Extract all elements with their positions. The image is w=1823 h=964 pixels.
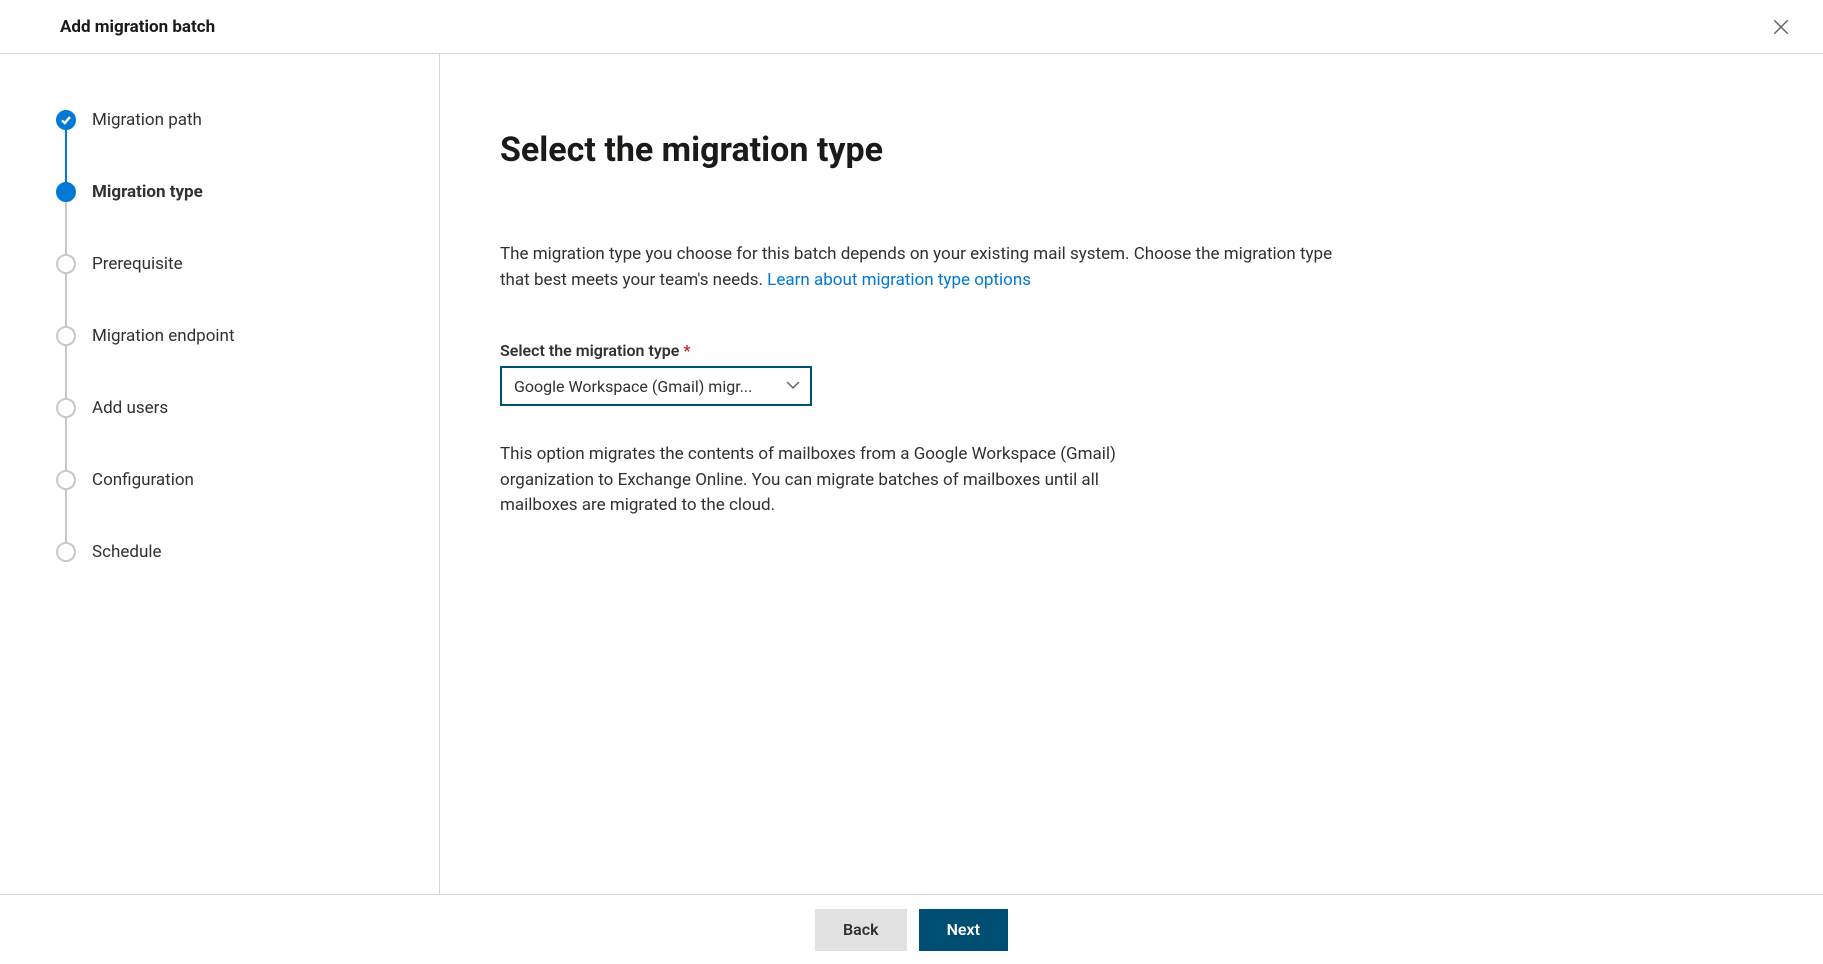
migration-type-dropdown[interactable]: Google Workspace (Gmail) migr... <box>500 366 812 406</box>
step-label: Migration endpoint <box>92 326 235 346</box>
step-list: Migration path Migration type Prerequisi… <box>56 110 439 562</box>
dropdown-selected-value: Google Workspace (Gmail) migr... <box>514 377 752 396</box>
step-indicator-upcoming <box>56 398 76 418</box>
learn-link[interactable]: Learn about migration type options <box>767 270 1031 290</box>
step-indicator-completed <box>56 110 76 130</box>
step-label: Schedule <box>92 542 161 562</box>
close-button[interactable] <box>1767 13 1795 41</box>
wizard-footer: Back Next <box>0 894 1823 964</box>
step-indicator-upcoming <box>56 470 76 490</box>
step-prerequisite[interactable]: Prerequisite <box>56 254 439 326</box>
step-connector <box>65 346 67 400</box>
step-indicator-upcoming <box>56 326 76 346</box>
step-configuration[interactable]: Configuration <box>56 470 439 542</box>
step-indicator-upcoming <box>56 254 76 274</box>
step-indicator-current <box>56 182 76 202</box>
step-connector <box>65 418 67 472</box>
check-icon <box>60 114 72 126</box>
step-schedule[interactable]: Schedule <box>56 542 439 562</box>
step-label: Add users <box>92 398 168 418</box>
chevron-down-icon <box>786 377 800 396</box>
step-connector <box>65 490 67 544</box>
step-add-users[interactable]: Add users <box>56 398 439 470</box>
next-button[interactable]: Next <box>919 909 1008 951</box>
step-label: Configuration <box>92 470 194 490</box>
step-connector <box>65 274 67 328</box>
step-migration-type[interactable]: Migration type <box>56 182 439 254</box>
step-migration-endpoint[interactable]: Migration endpoint <box>56 326 439 398</box>
step-migration-path[interactable]: Migration path <box>56 110 439 182</box>
page-title: Select the migration type <box>500 130 1340 170</box>
main-content: Select the migration type The migration … <box>440 54 1400 894</box>
step-indicator-upcoming <box>56 542 76 562</box>
helper-text: This option migrates the contents of mai… <box>500 442 1180 519</box>
back-button[interactable]: Back <box>815 909 907 951</box>
step-connector <box>65 130 67 184</box>
field-label-text: Select the migration type <box>500 341 679 360</box>
wizard-title: Add migration batch <box>60 17 215 37</box>
wizard-sidebar: Migration path Migration type Prerequisi… <box>0 54 440 894</box>
step-label: Migration type <box>92 182 203 202</box>
page-description: The migration type you choose for this b… <box>500 242 1340 293</box>
wizard-header: Add migration batch <box>0 0 1823 54</box>
required-asterisk: * <box>683 341 690 360</box>
close-icon <box>1772 18 1790 36</box>
step-label: Prerequisite <box>92 254 183 274</box>
migration-type-label: Select the migration type* <box>500 341 1340 360</box>
step-connector <box>65 202 67 256</box>
step-label: Migration path <box>92 110 202 130</box>
